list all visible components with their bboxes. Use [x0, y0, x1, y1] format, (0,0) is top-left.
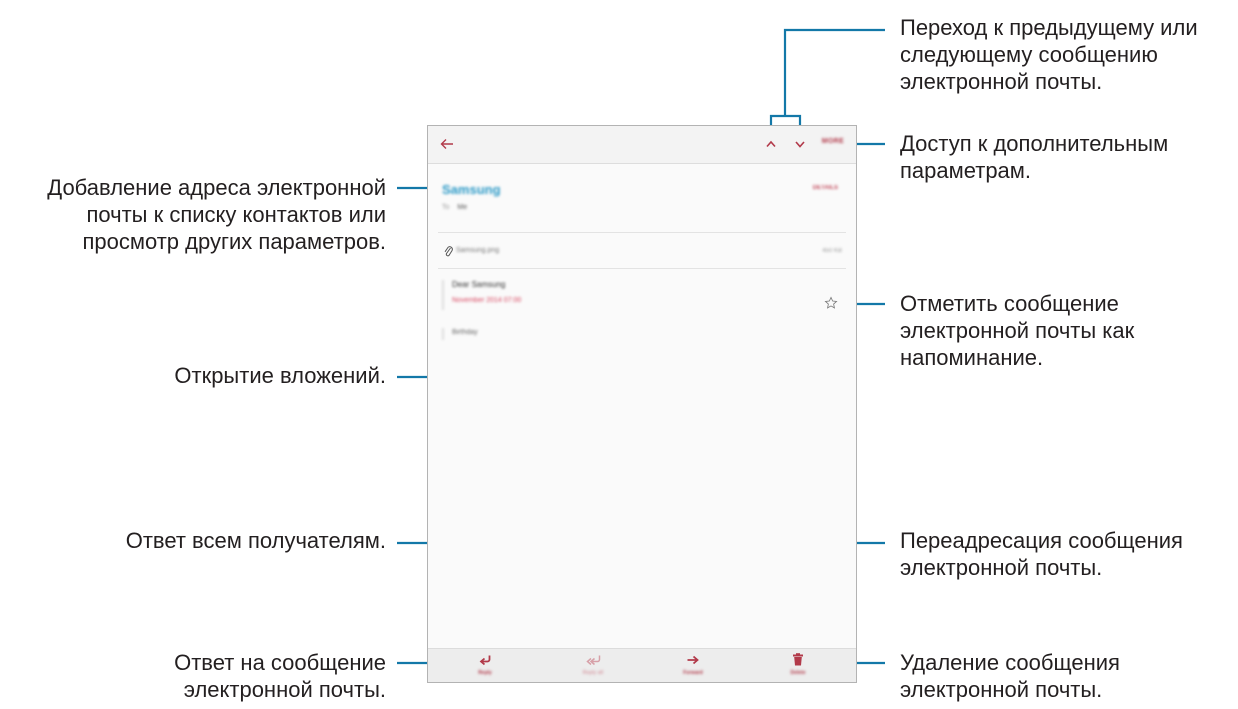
- quote-bar: [442, 280, 444, 310]
- callout-more-options: Доступ к дополнительным параметрам.: [900, 131, 1169, 183]
- reply-all-label: Reply all: [582, 670, 604, 676]
- callout-add-contact: Добавление адреса электронной почты к сп…: [47, 175, 386, 254]
- delete-label: Delete: [790, 670, 806, 676]
- reply-button[interactable]: Reply: [450, 649, 520, 682]
- attachment-size: 450 KB: [822, 248, 842, 254]
- to-value: Me: [457, 204, 468, 211]
- reply-all-icon: [586, 655, 601, 666]
- recipient-line: To Me: [442, 204, 467, 211]
- back-arrow-icon[interactable]: [440, 138, 454, 150]
- more-button[interactable]: MORE: [822, 138, 844, 145]
- callout-star: Отметить сообщение электронной почты как…: [900, 291, 1135, 370]
- trash-icon: [793, 653, 803, 666]
- header-divider: [438, 232, 846, 233]
- chevron-up-icon[interactable]: [765, 139, 777, 149]
- message-body: Birthday: [452, 329, 478, 336]
- details-button[interactable]: DETAILS: [813, 185, 838, 191]
- app-bar: MORE: [428, 126, 856, 164]
- attachment-divider: [438, 268, 846, 269]
- message-subject: Dear Samsung: [452, 280, 506, 289]
- reply-icon: [479, 655, 491, 666]
- chevron-down-icon[interactable]: [794, 139, 806, 149]
- callout-nav-prev-next: Переход к предыдущему или следующему соо…: [900, 15, 1198, 94]
- callout-delete: Удаление сообщения электронной почты.: [900, 650, 1120, 702]
- sender-name[interactable]: Samsung: [442, 182, 501, 197]
- forward-button[interactable]: Forward: [658, 649, 728, 682]
- message-date: November 2014 07:00: [452, 297, 522, 304]
- to-label: To: [442, 204, 450, 211]
- reply-all-button[interactable]: Reply all: [558, 649, 628, 682]
- star-icon[interactable]: [824, 296, 838, 310]
- body-quote-bar: [442, 328, 444, 340]
- callout-forward: Переадресация сообщения электронной почт…: [900, 528, 1183, 580]
- bottom-action-bar: Reply Reply all Forward Delete: [428, 648, 856, 682]
- callout-reply-all: Ответ всем получателям.: [125, 528, 386, 553]
- forward-label: Forward: [683, 670, 703, 676]
- attachment-name[interactable]: Samsung.png: [456, 247, 499, 254]
- paperclip-icon[interactable]: [444, 244, 453, 258]
- callout-reply: Ответ на сообщение электронной почты.: [174, 650, 386, 702]
- reply-label: Reply: [478, 670, 492, 676]
- email-view-screen: MORE Samsung DETAILS To Me Samsung.png 45…: [427, 125, 857, 683]
- delete-button[interactable]: Delete: [763, 649, 833, 682]
- callout-open-attachments: Открытие вложений.: [174, 363, 386, 388]
- forward-icon: [687, 655, 699, 665]
